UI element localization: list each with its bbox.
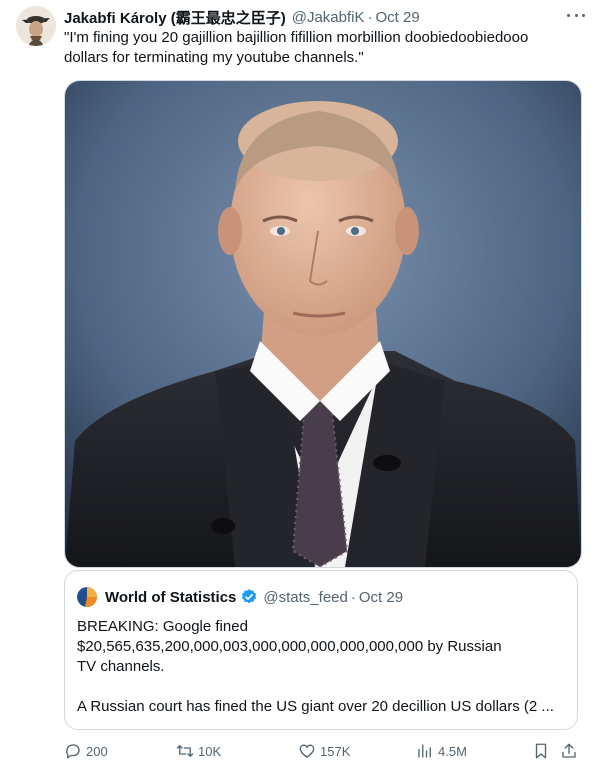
separator-dot: · xyxy=(367,8,373,26)
share-button[interactable] xyxy=(560,738,582,764)
tweet-image[interactable] xyxy=(64,80,582,568)
verified-badge-icon xyxy=(242,589,257,604)
quoted-author-name: World of Statistics xyxy=(105,588,237,606)
reply-icon xyxy=(66,744,80,759)
tweet-header: Jakabfi Károly (霸王最忠之臣子) @JakabfiK · Oct… xyxy=(64,6,585,28)
views-button[interactable]: 4.5M xyxy=(416,738,467,764)
author-avatar[interactable] xyxy=(16,6,56,46)
share-icon xyxy=(562,743,576,758)
quoted-author-handle: @stats_feed xyxy=(263,588,348,606)
quoted-text-line: A Russian court has fined the US giant o… xyxy=(77,698,554,715)
like-count: 157K xyxy=(320,743,351,759)
quoted-text-line: BREAKING: Google fined xyxy=(77,618,248,635)
repost-button[interactable]: 10K xyxy=(176,738,221,764)
quoted-tweet-text: BREAKING: Google fined $20,565,635,200,0… xyxy=(77,617,565,717)
author-handle[interactable]: @JakabfiK xyxy=(292,9,365,26)
bookmark-icon xyxy=(535,743,547,759)
more-icon[interactable] xyxy=(567,10,585,20)
reply-count: 200 xyxy=(86,743,108,759)
quoted-text-line: TV channels. xyxy=(77,658,165,675)
quoted-separator-dot: · xyxy=(350,588,356,606)
views-count: 4.5M xyxy=(438,743,467,759)
quoted-tweet-date: Oct 29 xyxy=(358,588,404,606)
tweet-text: "I'm fining you 20 gajillion bajillion f… xyxy=(64,29,529,66)
quoted-text-line: $20,565,635,200,000,003,000,000,000,000,… xyxy=(77,638,502,655)
repost-count: 10K xyxy=(198,743,222,759)
author-name[interactable]: Jakabfi Károly (霸王最忠之臣子) xyxy=(64,7,286,28)
views-icon xyxy=(418,744,431,758)
like-button[interactable]: 157K xyxy=(298,738,350,764)
repost-icon xyxy=(176,745,194,757)
tweet-date[interactable]: Oct 29 xyxy=(375,9,419,26)
reply-button[interactable]: 200 xyxy=(64,738,108,764)
bookmark-button[interactable] xyxy=(532,738,554,764)
action-bar: 200 10K 157K 4.5M xyxy=(64,738,584,764)
quoted-tweet-header: World of Statistics @stats_feed · Oct 29 xyxy=(77,587,403,607)
quoted-tweet[interactable]: World of Statistics @stats_feed · Oct 29… xyxy=(64,570,578,730)
like-icon xyxy=(299,744,315,758)
quoted-author-avatar xyxy=(77,587,97,607)
